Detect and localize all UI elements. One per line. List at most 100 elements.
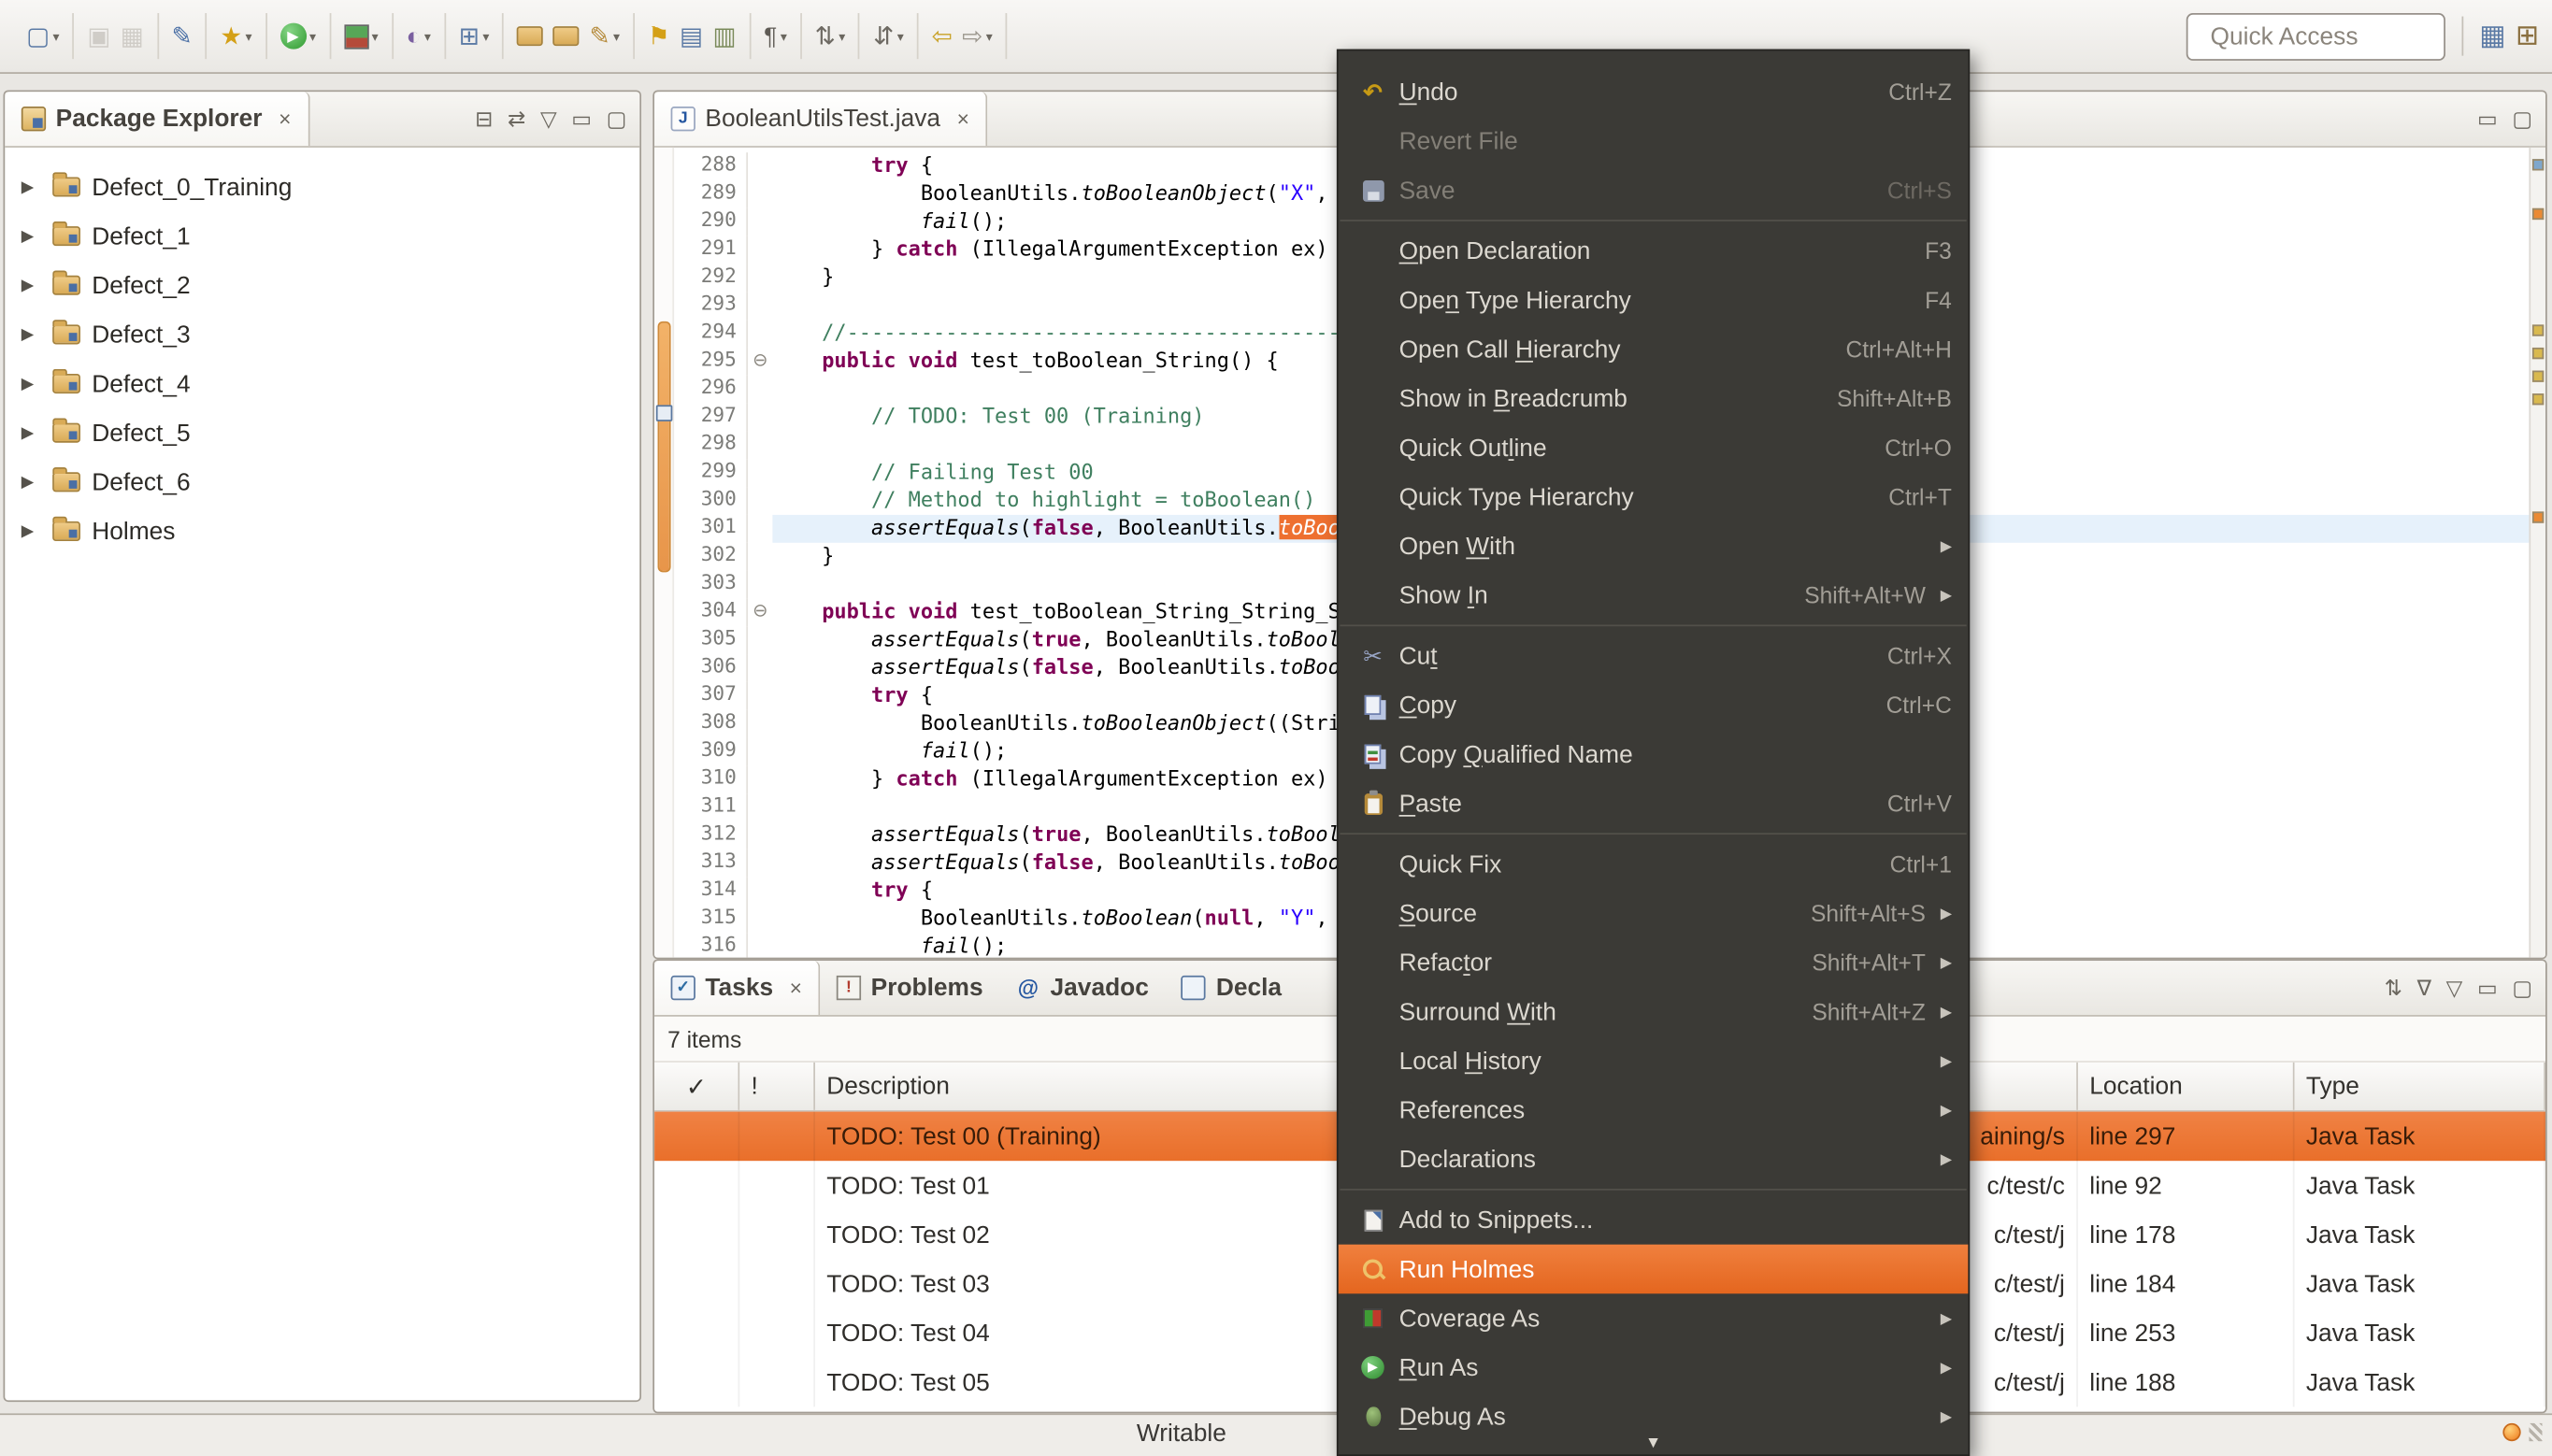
menu-item-coverage-as[interactable]: Coverage As [1339, 1293, 1969, 1343]
column-header-completed[interactable]: ✓ [654, 1062, 740, 1110]
column-header-priority[interactable]: ! [739, 1062, 815, 1110]
close-tab-icon[interactable]: × [790, 976, 802, 1000]
menu-item-quick-fix[interactable]: Quick Fix Ctrl+1 [1339, 839, 1969, 889]
minimize-icon[interactable]: ▭ [2477, 106, 2498, 132]
dropdown-arrow-icon[interactable] [52, 29, 59, 44]
minimize-icon[interactable]: ▭ [2477, 975, 2498, 1001]
dropdown-arrow-icon[interactable] [309, 29, 316, 44]
overview-marker[interactable] [2531, 324, 2545, 336]
expand-arrow-icon[interactable] [22, 277, 41, 294]
show-whitespace-button[interactable]: ¶ [759, 21, 792, 51]
tree-item-defect-1[interactable]: Defect_1 [5, 211, 639, 261]
menu-item-open-declaration[interactable]: Open Declaration F3 [1339, 226, 1969, 276]
menu-item-run-as[interactable]: Run As [1339, 1343, 1969, 1392]
menu-item-quick-outline[interactable]: Quick Outline Ctrl+O [1339, 423, 1969, 473]
open-docs-button[interactable]: ▥ [708, 21, 740, 51]
tree-item-defect-5[interactable]: Defect_5 [5, 408, 639, 458]
forward-history-button[interactable]: ⇨ [957, 21, 997, 51]
dropdown-arrow-icon[interactable] [482, 29, 489, 44]
tree-item-defect-2[interactable]: Defect_2 [5, 261, 639, 310]
overview-marker[interactable] [2531, 370, 2545, 382]
expand-arrow-icon[interactable] [22, 325, 41, 343]
search-flag-button[interactable]: ⚑ [643, 21, 675, 51]
new-wizard-button[interactable]: ★ [215, 21, 257, 51]
close-tab-icon[interactable]: × [957, 107, 969, 131]
save-all-button[interactable]: ▦ [116, 21, 149, 51]
tab-tasks[interactable]: Tasks × [654, 961, 821, 1016]
menu-scroll-down-icon[interactable]: ▼ [1339, 1435, 1969, 1452]
menu-item-declarations[interactable]: Declarations [1339, 1135, 1969, 1184]
tab-decla[interactable]: Decla [1165, 961, 1298, 1015]
next-annotation-button[interactable]: ⇅ [810, 21, 850, 51]
menu-item-open-type-hierarchy[interactable]: Open Type Hierarchy F4 [1339, 276, 1969, 325]
dropdown-arrow-icon[interactable] [613, 29, 620, 44]
dropdown-arrow-icon[interactable] [839, 29, 845, 44]
previous-annotation-button[interactable]: ⇵ [868, 21, 909, 51]
menu-item-surround-with[interactable]: Surround With Shift+Alt+Z [1339, 987, 1969, 1036]
dropdown-arrow-icon[interactable] [986, 29, 993, 44]
pin-editor-button[interactable]: ✎ [166, 21, 197, 51]
view-menu-icon[interactable]: ▽ [2446, 975, 2463, 1001]
menu-item-source[interactable]: Source Shift+Alt+S [1339, 889, 1969, 938]
menu-item-open-with[interactable]: Open With [1339, 521, 1969, 571]
dropdown-arrow-icon[interactable] [781, 29, 787, 44]
new-java-element-button[interactable]: ⊞ [454, 21, 495, 51]
expand-arrow-icon[interactable] [22, 522, 41, 540]
menu-item-refactor[interactable]: Refactor Shift+Alt+T [1339, 938, 1969, 988]
column-header-location[interactable]: Location [2077, 1062, 2295, 1110]
new-file-button[interactable]: ▢ [22, 21, 65, 51]
run-button[interactable]: ▶ [275, 20, 321, 52]
menu-item-quick-type-hierarchy[interactable]: Quick Type Hierarchy Ctrl+T [1339, 472, 1969, 521]
tab-problems[interactable]: Problems [820, 961, 999, 1015]
expand-arrow-icon[interactable] [22, 473, 41, 491]
menu-item-open-call-hierarchy[interactable]: Open Call Hierarchy Ctrl+Alt+H [1339, 324, 1969, 374]
filter-icon[interactable]: ∇ [2417, 975, 2431, 1001]
tree-item-defect-6[interactable]: Defect_6 [5, 458, 639, 507]
menu-item-cut[interactable]: Cut Ctrl+X [1339, 631, 1969, 680]
annotation-ruler[interactable] [654, 147, 675, 958]
expand-arrow-icon[interactable] [22, 424, 41, 442]
expand-arrow-icon[interactable] [22, 375, 41, 393]
open-task-folder-button[interactable] [512, 23, 549, 50]
collapse-all-icon[interactable]: ⊟ [475, 106, 493, 132]
edit-annotations-button[interactable]: ✎ [584, 21, 624, 51]
view-menu-icon[interactable]: ▽ [540, 106, 557, 132]
sync-icon[interactable]: ⇅ [2385, 975, 2402, 1001]
tree-item-defect-0-training[interactable]: Defect_0_Training [5, 163, 639, 212]
dropdown-arrow-icon[interactable] [245, 29, 251, 44]
expand-arrow-icon[interactable] [22, 178, 41, 195]
dropdown-arrow-icon[interactable] [897, 29, 904, 44]
save-button[interactable]: ▣ [82, 21, 115, 51]
maximize-icon[interactable]: ▢ [2512, 975, 2532, 1001]
dropdown-arrow-icon[interactable] [424, 29, 431, 44]
menu-item-copy-qualified-name[interactable]: Copy Qualified Name [1339, 730, 1969, 779]
menu-item-references[interactable]: References [1339, 1085, 1969, 1135]
menu-item-add-to-snippets[interactable]: Add to Snippets... [1339, 1195, 1969, 1245]
fold-collapse-icon[interactable] [746, 598, 772, 627]
maximize-icon[interactable]: ▢ [2512, 106, 2532, 132]
menu-item-run-holmes[interactable]: Run Holmes [1338, 1244, 1969, 1294]
open-perspective-icon[interactable]: ⊞ [2516, 20, 2539, 52]
tab-booleanutilstest-java[interactable]: BooleanUtilsTest.java × [654, 92, 988, 147]
task-marker-icon[interactable] [655, 405, 673, 421]
expand-arrow-icon[interactable] [22, 227, 41, 245]
tree-item-defect-4[interactable]: Defect_4 [5, 359, 639, 408]
tree-item-holmes[interactable]: Holmes [5, 507, 639, 556]
close-view-icon[interactable]: × [279, 107, 291, 131]
back-history-button[interactable]: ⇦ [926, 21, 957, 51]
coverage-button[interactable] [339, 21, 383, 51]
open-page-button[interactable]: ▤ [675, 21, 708, 51]
overview-marker[interactable] [2531, 511, 2545, 523]
java-perspective-icon[interactable]: ▦ [2479, 20, 2505, 52]
overview-marker[interactable] [2531, 347, 2545, 360]
menu-item-show-in-breadcrumb[interactable]: Show in Breadcrumb Shift+Alt+B [1339, 374, 1969, 423]
overview-ruler[interactable] [2529, 147, 2545, 958]
menu-item-paste[interactable]: Paste Ctrl+V [1339, 778, 1969, 828]
tab-package-explorer[interactable]: Package Explorer × [5, 92, 309, 147]
dropdown-arrow-icon[interactable] [372, 29, 379, 44]
column-header-type[interactable]: Type [2294, 1062, 2545, 1110]
profile-button[interactable]: ◐ [401, 21, 436, 51]
link-with-editor-icon[interactable]: ⇄ [508, 106, 525, 132]
fold-collapse-icon[interactable] [746, 347, 772, 376]
menu-item-undo[interactable]: Undo Ctrl+Z [1339, 67, 1969, 117]
